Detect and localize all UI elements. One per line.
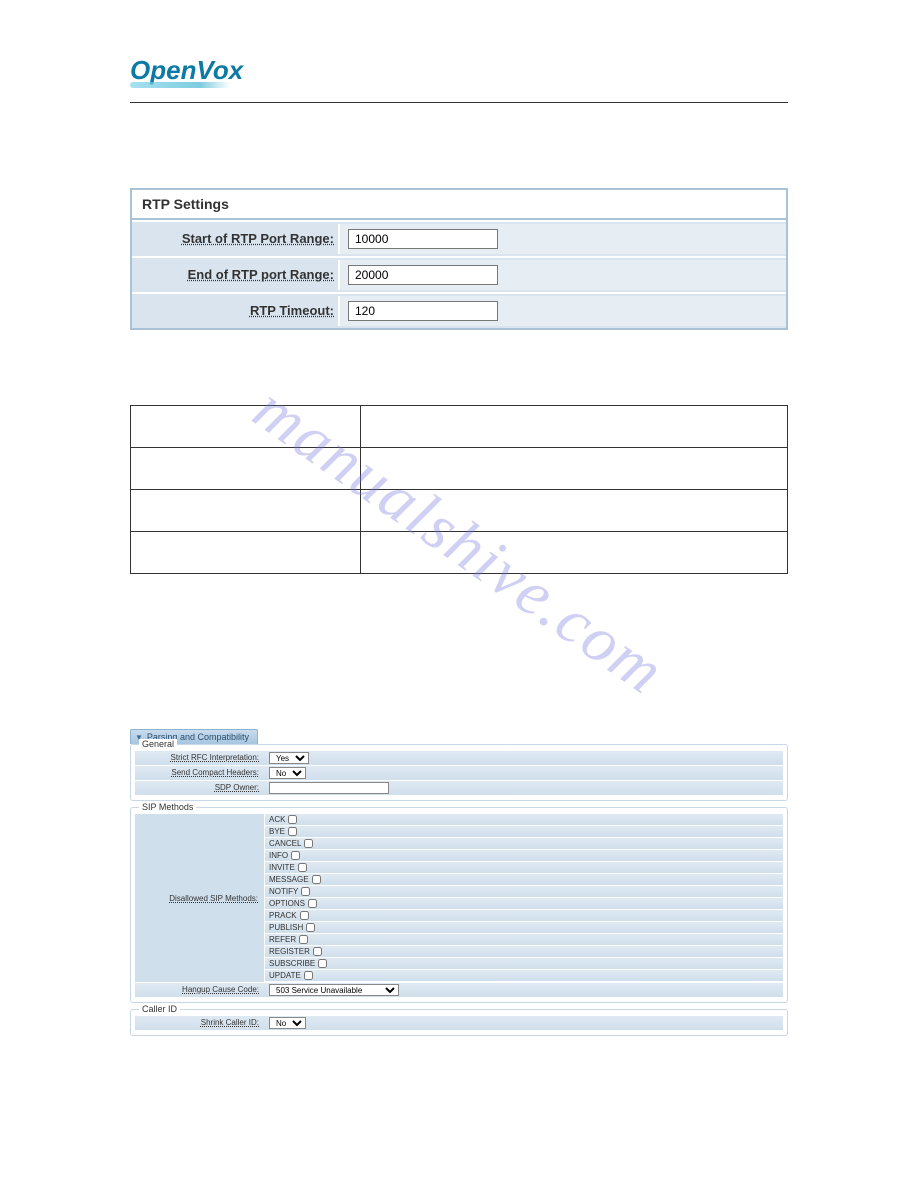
sip-methods-list: ACK BYE CANCEL INFO INVITE MESSAGE NOTIFY OPTIO…: [265, 814, 783, 982]
sip-method-row: OPTIONS: [265, 898, 783, 909]
hangup-cause-label: Hangup Cause Code:: [135, 983, 265, 997]
sip-method-row: MESSAGE: [265, 874, 783, 885]
table-row: [131, 532, 788, 574]
table-row: [131, 406, 788, 448]
sip-method-checkbox[interactable]: [304, 971, 313, 980]
shrink-caller-id-label: Shrink Caller ID:: [135, 1016, 265, 1030]
sip-method-label: NOTIFY: [269, 887, 298, 896]
sip-method-checkbox[interactable]: [306, 923, 315, 932]
sip-method-row: REFER: [265, 934, 783, 945]
sip-method-label: PUBLISH: [269, 923, 303, 932]
sip-method-label: INFO: [269, 851, 288, 860]
sip-method-checkbox[interactable]: [312, 875, 321, 884]
rtp-timeout-label: RTP Timeout:: [250, 303, 334, 318]
sip-method-label: REGISTER: [269, 947, 310, 956]
sip-method-label: CANCEL: [269, 839, 301, 848]
logo: OpenVox: [130, 55, 243, 86]
strict-rfc-select[interactable]: Yes: [269, 752, 309, 764]
logo-underline: [130, 82, 230, 88]
sip-method-row: UPDATE: [265, 970, 783, 981]
table-row: [131, 448, 788, 490]
rtp-timeout-input[interactable]: [348, 301, 498, 321]
compact-headers-label: Send Compact Headers:: [135, 766, 265, 780]
sip-methods-legend: SIP Methods: [139, 802, 196, 812]
sip-method-label: OPTIONS: [269, 899, 305, 908]
sip-method-row: BYE: [265, 826, 783, 837]
sip-method-label: REFER: [269, 935, 296, 944]
sip-method-checkbox[interactable]: [288, 827, 297, 836]
instruction-table: [130, 405, 788, 574]
shrink-caller-id-select[interactable]: No: [269, 1017, 306, 1029]
logo-text: OpenVox: [130, 55, 243, 85]
sip-method-label: UPDATE: [269, 971, 301, 980]
table-row: [131, 490, 788, 532]
sip-method-label: SUBSCRIBE: [269, 959, 315, 968]
strict-rfc-label: Strict RFC Interpretation:: [135, 751, 265, 765]
sip-method-row: SUBSCRIBE: [265, 958, 783, 969]
sip-method-row: PUBLISH: [265, 922, 783, 933]
sip-method-checkbox[interactable]: [304, 839, 313, 848]
rtp-row: End of RTP port Range:: [132, 256, 786, 292]
sip-method-row: PRACK: [265, 910, 783, 921]
rtp-start-input[interactable]: [348, 229, 498, 249]
caller-id-legend: Caller ID: [139, 1004, 180, 1014]
parsing-compat-panel: ▼ Parsing and Compatibility General Stri…: [130, 729, 788, 1036]
sip-method-checkbox[interactable]: [300, 911, 309, 920]
sip-method-label: PRACK: [269, 911, 297, 920]
sip-method-row: ACK: [265, 814, 783, 825]
sip-method-label: MESSAGE: [269, 875, 309, 884]
sip-method-row: CANCEL: [265, 838, 783, 849]
sdp-owner-input[interactable]: [269, 782, 389, 794]
sip-method-row: REGISTER: [265, 946, 783, 957]
compact-headers-select[interactable]: No: [269, 767, 306, 779]
rtp-row: RTP Timeout:: [132, 292, 786, 328]
sip-method-row: INFO: [265, 850, 783, 861]
sip-method-label: ACK: [269, 815, 285, 824]
sdp-owner-label: SDP Owner:: [135, 781, 265, 795]
sip-method-checkbox[interactable]: [288, 815, 297, 824]
caller-id-fieldset: Caller ID Shrink Caller ID: No: [130, 1009, 788, 1036]
header-divider: [130, 102, 788, 103]
hangup-cause-select[interactable]: 503 Service Unavailable: [269, 984, 399, 996]
sip-method-checkbox[interactable]: [301, 887, 310, 896]
sip-method-row: INVITE: [265, 862, 783, 873]
sip-method-label: INVITE: [269, 863, 295, 872]
sip-methods-fieldset: SIP Methods Disallowed SIP Methods: ACKB…: [130, 807, 788, 1003]
sip-method-checkbox[interactable]: [298, 863, 307, 872]
rtp-settings-title: RTP Settings: [132, 190, 786, 220]
sip-method-checkbox[interactable]: [299, 935, 308, 944]
rtp-end-input[interactable]: [348, 265, 498, 285]
general-legend: General: [139, 739, 177, 749]
disallowed-sip-label: Disallowed SIP Methods:: [135, 814, 265, 982]
sip-method-checkbox[interactable]: [318, 959, 327, 968]
sip-method-row: NOTIFY: [265, 886, 783, 897]
rtp-row: Start of RTP Port Range:: [132, 220, 786, 256]
sip-method-checkbox[interactable]: [308, 899, 317, 908]
general-fieldset: General Strict RFC Interpretation: Yes S…: [130, 744, 788, 801]
sip-method-label: BYE: [269, 827, 285, 836]
sip-method-checkbox[interactable]: [291, 851, 300, 860]
rtp-settings-panel: RTP Settings Start of RTP Port Range: En…: [130, 188, 788, 330]
rtp-start-label: Start of RTP Port Range:: [182, 231, 334, 246]
rtp-end-label: End of RTP port Range:: [188, 267, 334, 282]
sip-method-checkbox[interactable]: [313, 947, 322, 956]
